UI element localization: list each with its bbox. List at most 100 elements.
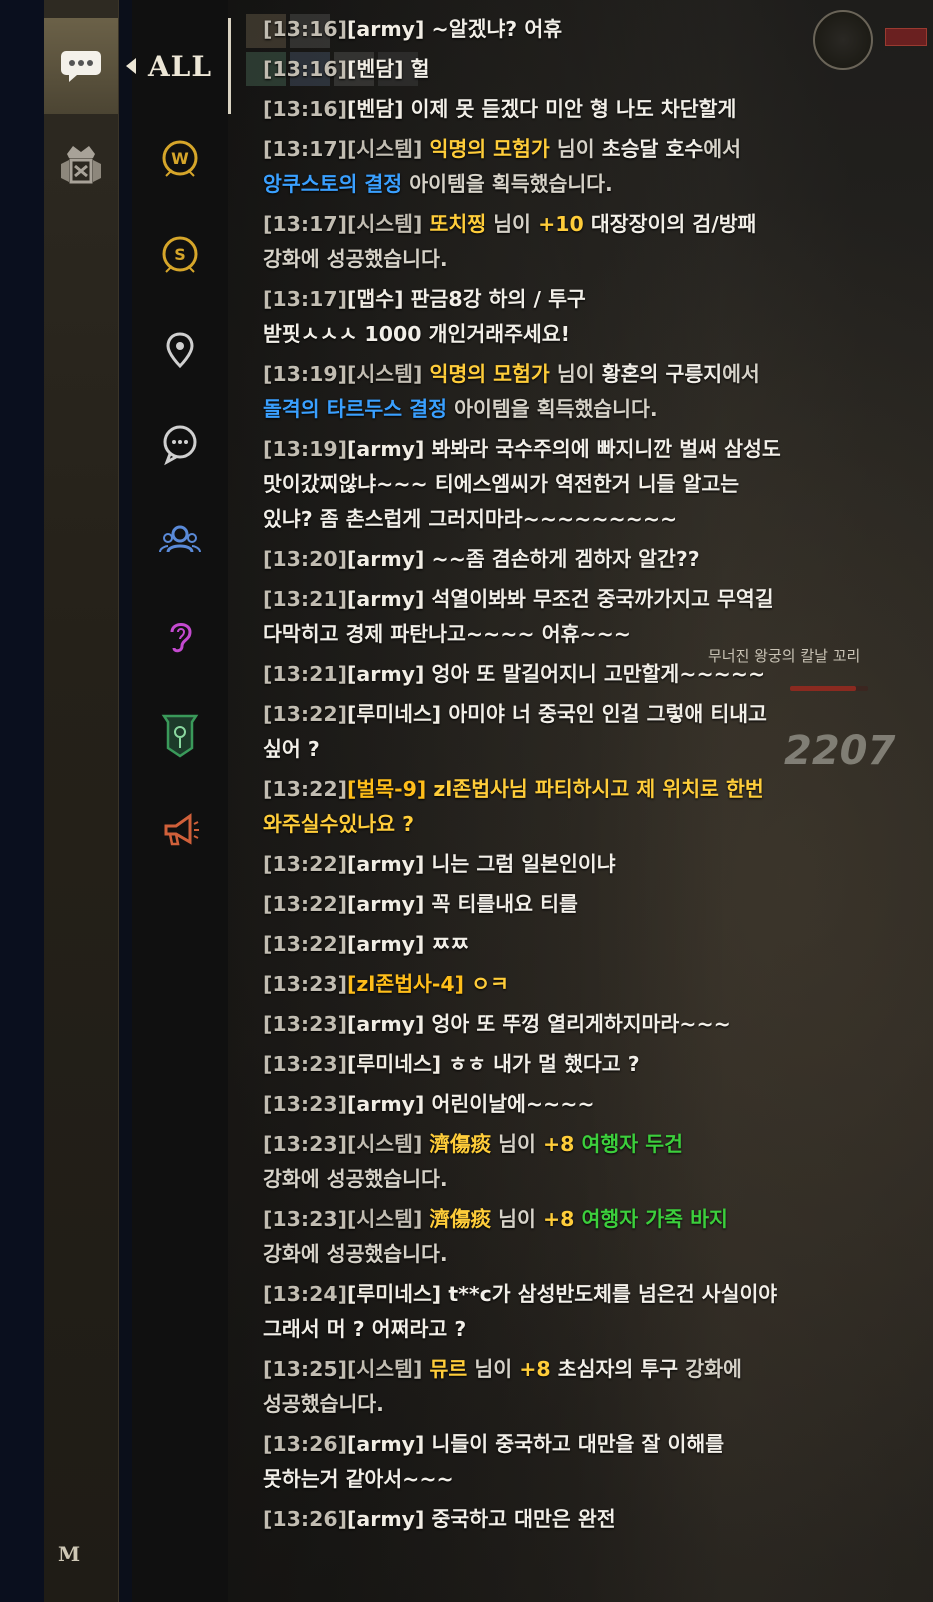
message-sender[interactable]: [army] [347,852,424,876]
message-timestamp: [13:25] [263,1357,347,1381]
message-timestamp: [13:22] [263,777,347,801]
chat-message[interactable]: [13:24][루미네스] t**c가 삼성반도체를 넘은건 사실이야 그래서 머… [263,1277,863,1347]
tab-all[interactable]: ALL [126,18,231,114]
chat-window-button[interactable] [44,18,118,114]
chat-message[interactable]: [13:22][벌목-9] zl존법사님 파티하시고 제 위치로 한번 와주실수있… [263,772,863,842]
message-text: 있냐? 좀 촌스럽게 그러지마라~~~~~~~~~ [263,507,678,531]
chat-message[interactable]: [13:26][army] 중국하고 대만은 완전 [263,1502,863,1537]
chat-message[interactable]: [13:17][맵수] 판금8강 하의 / 투구 받핏ㅅㅅㅅ 1000 개인거래주… [263,282,863,352]
message-text: 강화에 [678,1357,742,1381]
channel-guild-button[interactable] [156,710,204,758]
chat-message[interactable]: [13:22][army] 니는 그럼 일본인이냐 [263,847,863,882]
message-sender[interactable]: [루미네스] [347,1052,441,1076]
chat-message[interactable]: [13:21][army] 석열이봐봐 무조건 중국까가지고 무역길 다막히고 경… [263,582,863,652]
party-icon [159,525,201,553]
item-name: 여행자 가죽 바지 [574,1207,728,1231]
message-sender[interactable]: [벤담] [347,57,403,81]
message-text: ㅇㅋ [464,972,509,996]
chat-message[interactable]: [13:23][루미네스] ㅎㅎ 내가 멀 했다고 ? [263,1047,863,1082]
chat-message[interactable]: [13:23][시스템] 濟傷痰 님이 +8 여행자 두건 강화에 성공했습니다. [263,1127,863,1197]
guild-button[interactable] [44,126,118,206]
message-timestamp: [13:17] [263,137,347,161]
screen-edge [0,0,44,1602]
message-text: 또치찡 [429,212,487,236]
chat-message[interactable]: [13:22][army] ㅉㅉ [263,927,863,962]
message-sender[interactable]: [army] [347,587,424,611]
message-text: 아미야 너 중국인 인걸 그렇애 티내고 [441,702,767,726]
message-text: +10 [538,212,584,236]
chat-message[interactable]: [13:16][벤담] 이제 못 듣겠다 미안 형 나도 차단할게 [263,92,863,127]
message-sender[interactable]: [벌목-9] [347,777,426,801]
message-timestamp: [13:16] [263,57,347,81]
message-text: ~~좀 겸손하게 겜하자 알간?? [424,547,700,571]
message-text: 다막히고 경제 파탄나고~~~~ 어휴~~~ [263,622,631,646]
message-sender[interactable]: [zl존법사-4] [347,972,464,996]
message-timestamp: [13:23] [263,1207,347,1231]
location-pin-icon [166,332,194,369]
message-sender: [시스템] [347,1132,423,1156]
message-sender[interactable]: [맵수] [347,287,403,311]
chat-message[interactable]: [13:21][army] 엉아 또 말길어지니 고만할게~~~~~ [263,657,863,692]
channel-party-button[interactable] [156,516,204,564]
message-text: ㅎㅎ 내가 멀 했다고 ? [441,1052,640,1076]
message-text: 익명의 모험가 [429,137,550,161]
chat-message[interactable]: [13:17][시스템] 또치찡 님이 +10 대장장이의 검/방패 강화에 성공… [263,207,863,277]
message-timestamp: [13:22] [263,702,347,726]
channel-world-button[interactable]: W [156,134,204,182]
bottom-label[interactable]: M [58,1542,80,1566]
message-sender[interactable]: [army] [347,1092,424,1116]
message-text: 에서 [722,362,760,386]
chat-message[interactable]: [13:23][시스템] 濟傷痰 님이 +8 여행자 가죽 바지 강화에 성공했습… [263,1202,863,1272]
message-text: 맛이갔찌않냐~~~ 티에스엠씨가 역전한거 니들 알고는 [263,472,740,496]
world-channel-icon: W [162,140,198,177]
message-sender: [시스템] [347,1207,423,1231]
chat-message[interactable]: [13:20][army] ~~좀 겸손하게 겜하자 알간?? [263,542,863,577]
item-name: 돌격의 타르두스 결정 [263,397,448,421]
message-text: 봐봐라 국수주의에 빠지니깐 벌써 삼성도 [424,437,781,461]
chat-message[interactable]: [13:19][시스템] 익명의 모험가 님이 황혼의 구릉지에서 돌격의 타르두… [263,357,863,427]
message-sender[interactable]: [루미네스] [347,702,441,726]
message-sender[interactable]: [루미네스] [347,1282,441,1306]
chat-message[interactable]: [13:16][army] ~알겠냐? 어휴 [263,12,863,47]
channel-whisper-button[interactable] [156,612,204,660]
chat-message[interactable]: [13:16][벤담] 헐 [263,52,863,87]
message-text: +8 [519,1357,551,1381]
message-sender[interactable]: [army] [347,932,424,956]
chat-message[interactable]: [13:19][army] 봐봐라 국수주의에 빠지니깐 벌써 삼성도 맛이갔찌않… [263,432,863,537]
channel-server-button[interactable]: S [156,230,204,278]
message-text: zl존법사님 파티하시고 제 위치로 한번 [426,777,764,801]
message-text: 대장장이의 검/방패 [583,212,757,236]
chat-message[interactable]: [13:25][시스템] 뮤르 님이 +8 초심자의 투구 강화에 성공했습니다. [263,1352,863,1422]
chat-log[interactable]: [13:16][army] ~알겠냐? 어휴 [13:16][벤담] 헐 [13:1… [263,12,863,1542]
message-sender[interactable]: [army] [347,547,424,571]
message-sender[interactable]: [army] [347,892,424,916]
chat-message[interactable]: [13:22][army] 꼭 티를내요 티를 [263,887,863,922]
channel-shout-button[interactable] [156,806,204,854]
message-sender[interactable]: [army] [347,1432,424,1456]
message-sender: [시스템] [347,137,423,161]
message-text: 니들이 중국하고 대만을 잘 이해를 [424,1432,725,1456]
chat-message[interactable]: [13:17][시스템] 익명의 모험가 님이 초승달 호수에서 앙쿠스토의 결정… [263,132,863,202]
whisper-ear-icon [170,623,192,653]
channel-local-button[interactable] [156,326,204,374]
message-sender[interactable]: [army] [347,1012,424,1036]
chat-message[interactable]: [13:26][army] 니들이 중국하고 대만을 잘 이해를 못하는거 같아서… [263,1427,863,1497]
message-sender[interactable]: [army] [347,17,424,41]
message-sender: [시스템] [347,362,423,386]
message-sender[interactable]: [벤담] [347,97,403,121]
chat-message[interactable]: [13:23][army] 엉아 또 뚜껑 열리게하지마라~~~ [263,1007,863,1042]
message-sender[interactable]: [army] [347,662,424,686]
message-text: 강화에 성공했습니다. [263,1242,448,1266]
message-text: ~알겠냐? 어휴 [424,17,563,41]
chat-message[interactable]: [13:23][army] 어린이날에~~~~ [263,1087,863,1122]
message-text: 님이 [486,212,539,236]
message-timestamp: [13:16] [263,17,347,41]
chat-message[interactable]: [13:22][루미네스] 아미야 너 중국인 인걸 그렇애 티내고 싶어 ? [263,697,863,767]
channel-general-button[interactable] [156,420,204,468]
chat-message[interactable]: [13:23][zl존법사-4] ㅇㅋ [263,967,863,1002]
message-sender[interactable]: [army] [347,1507,424,1531]
message-text: 중국하고 대만은 완전 [424,1507,616,1531]
message-sender[interactable]: [army] [347,437,424,461]
item-name: 앙쿠스토의 결정 [263,172,403,196]
message-timestamp: [13:23] [263,1052,347,1076]
